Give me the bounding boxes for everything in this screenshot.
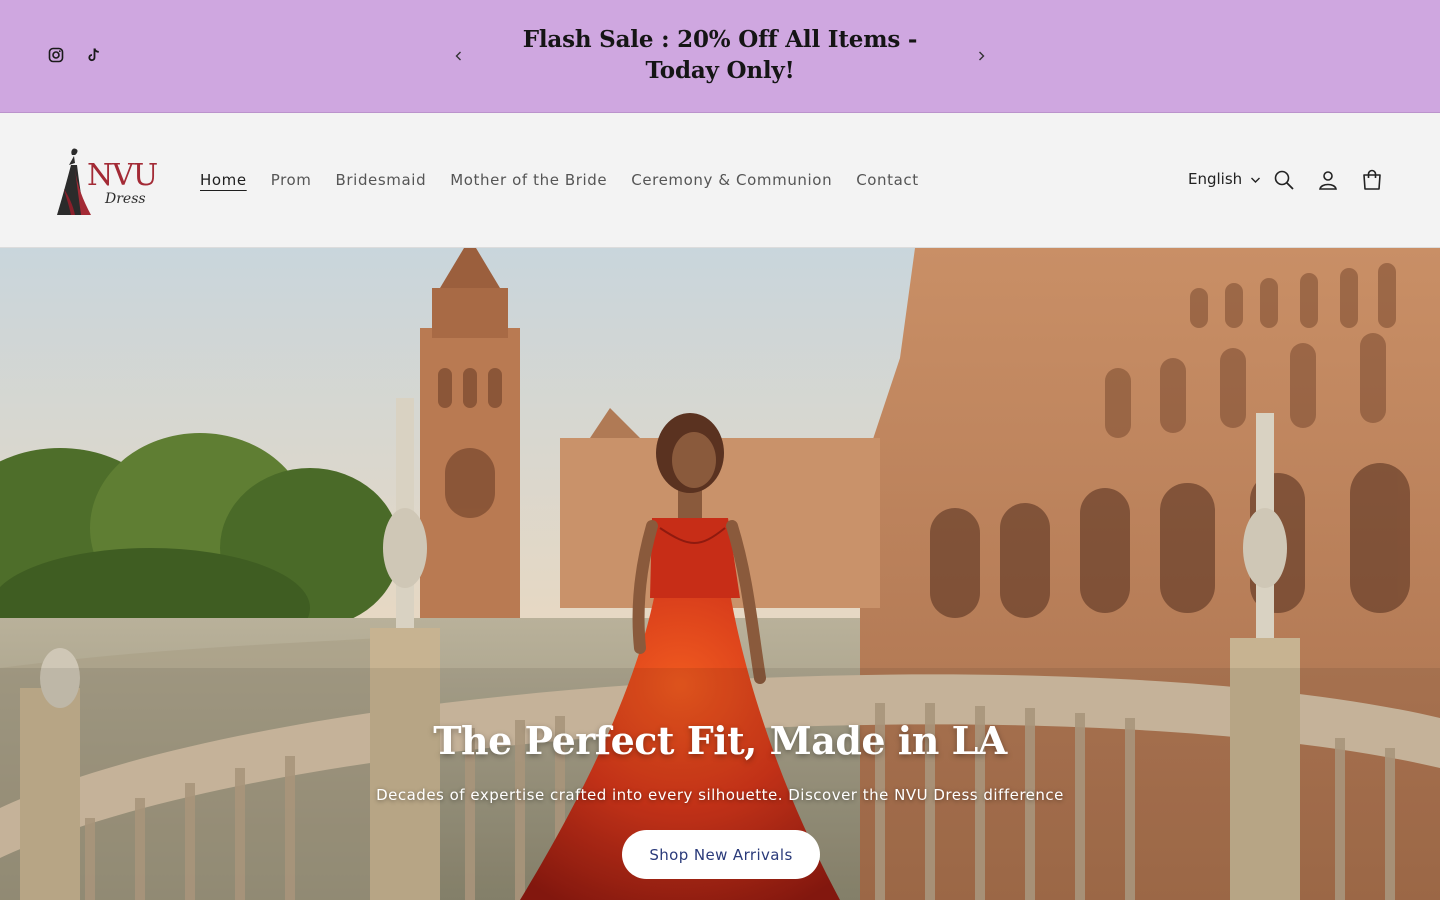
- logo-subtext: Dress: [104, 191, 146, 207]
- nav-home[interactable]: Home: [188, 169, 259, 191]
- nav-contact[interactable]: Contact: [844, 169, 931, 191]
- nav-prom[interactable]: Prom: [259, 169, 324, 191]
- account-icon[interactable]: [1315, 167, 1341, 193]
- shop-new-arrivals-button[interactable]: Shop New Arrivals: [622, 830, 820, 879]
- language-selector[interactable]: English: [1188, 170, 1261, 188]
- search-icon[interactable]: [1271, 167, 1297, 193]
- chevron-down-icon: [1250, 170, 1261, 188]
- logo[interactable]: NVU Dress: [55, 145, 159, 219]
- language-label: English: [1188, 170, 1243, 188]
- logo-text: NVU: [87, 158, 157, 193]
- nav-bridesmaid[interactable]: Bridesmaid: [324, 169, 439, 191]
- announcement-text: Flash Sale : 20% Off All Items - Today O…: [522, 26, 918, 84]
- social-links: [46, 45, 104, 65]
- instagram-icon[interactable]: [46, 45, 66, 65]
- hero-banner: The Perfect Fit, Made in LA Decades of e…: [0, 248, 1440, 900]
- hero-title: The Perfect Fit, Made in LA: [433, 718, 1007, 763]
- hero-subtitle: Decades of expertise crafted into every …: [376, 786, 1064, 804]
- cart-icon[interactable]: [1359, 167, 1385, 193]
- nav-mother-of-the-bride[interactable]: Mother of the Bride: [438, 169, 619, 191]
- chevron-right-icon[interactable]: [969, 44, 993, 68]
- announcement-bar: Flash Sale : 20% Off All Items - Today O…: [0, 0, 1440, 113]
- main-nav: Home Prom Bridesmaid Mother of the Bride…: [188, 169, 931, 191]
- tiktok-icon[interactable]: [84, 45, 104, 65]
- chevron-left-icon[interactable]: [447, 44, 471, 68]
- nav-ceremony-communion[interactable]: Ceremony & Communion: [619, 169, 844, 191]
- site-header: NVU Dress Home Prom Bridesmaid Mother of…: [0, 113, 1440, 248]
